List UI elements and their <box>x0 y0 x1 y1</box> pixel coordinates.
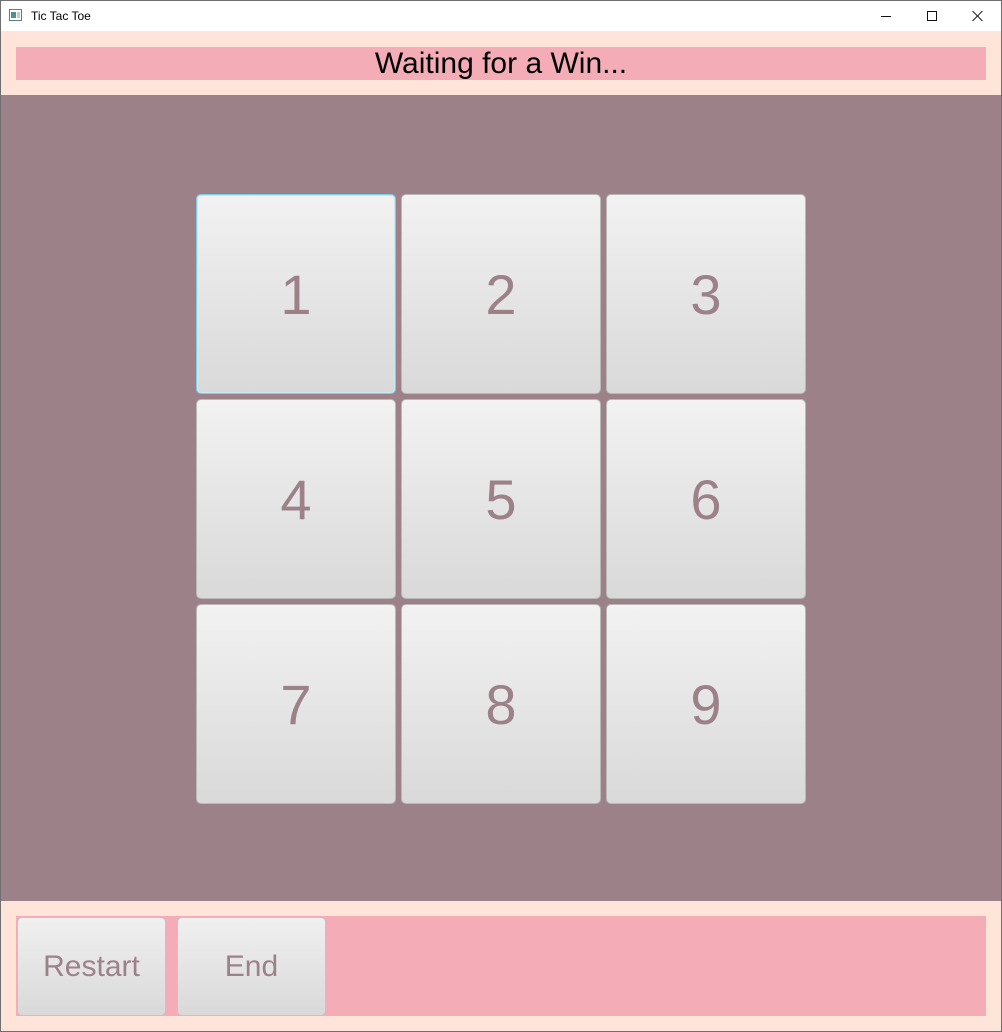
board-panel: 1 2 3 4 5 6 7 8 9 <box>1 95 1001 901</box>
board-cell-8[interactable]: 8 <box>401 604 601 804</box>
minimize-button[interactable] <box>863 1 909 31</box>
window-title: Tic Tac Toe <box>31 9 91 23</box>
end-button[interactable]: End <box>177 917 326 1016</box>
maximize-button[interactable] <box>909 1 955 31</box>
board-cell-4[interactable]: 4 <box>196 399 396 599</box>
board-cell-6[interactable]: 6 <box>606 399 806 599</box>
app-icon <box>9 9 22 21</box>
board-cell-9[interactable]: 9 <box>606 604 806 804</box>
close-icon <box>972 10 984 22</box>
footer-panel: Restart End <box>1 901 1001 1031</box>
board-cell-7[interactable]: 7 <box>196 604 396 804</box>
board-cell-1[interactable]: 1 <box>196 194 396 394</box>
header-panel: Waiting for a Win... <box>1 31 1001 95</box>
minimize-icon <box>881 15 891 17</box>
restart-button[interactable]: Restart <box>17 917 166 1016</box>
button-bar: Restart End <box>16 916 986 1016</box>
app-window: Tic Tac Toe Waiting for a Win... 1 2 3 4… <box>0 0 1002 1032</box>
board-cell-5[interactable]: 5 <box>401 399 601 599</box>
board-cell-2[interactable]: 2 <box>401 194 601 394</box>
status-label: Waiting for a Win... <box>16 47 986 80</box>
board-cell-3[interactable]: 3 <box>606 194 806 394</box>
maximize-icon <box>927 11 937 21</box>
close-button[interactable] <box>955 1 1001 31</box>
title-bar[interactable]: Tic Tac Toe <box>1 1 1001 31</box>
